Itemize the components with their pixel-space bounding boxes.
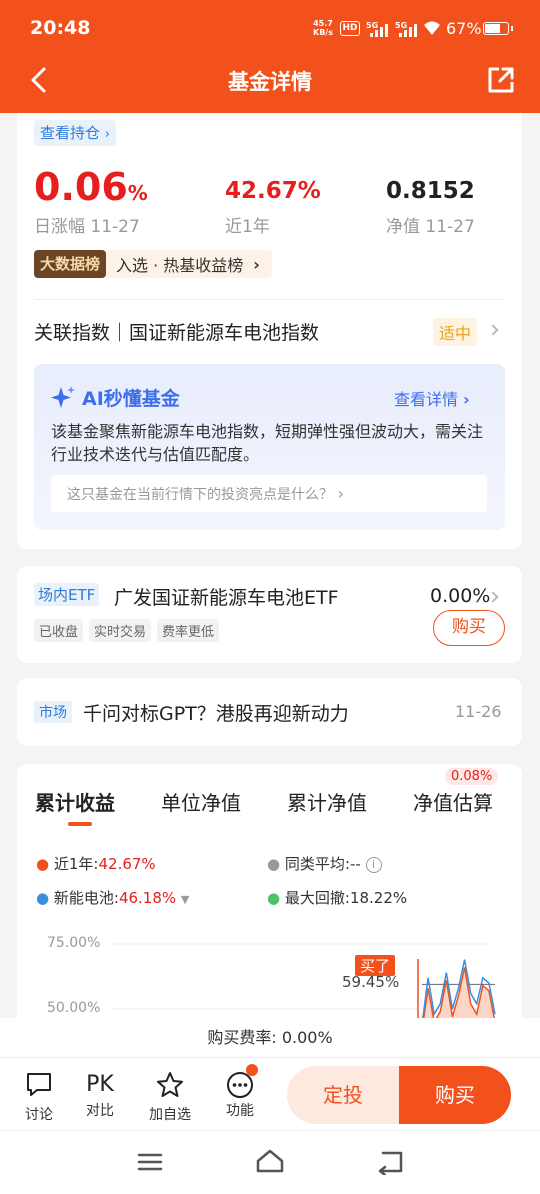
- year-return-label: 近1年: [225, 217, 270, 237]
- menu-icon[interactable]: [137, 1151, 163, 1173]
- ai-question-prompt[interactable]: 这只基金在当前行情下的投资亮点是什么？ ›: [51, 475, 487, 512]
- notification-dot: [246, 1064, 258, 1076]
- hd-icon: HD: [340, 21, 360, 36]
- legend-drawdown: ● 最大回撤:18.22%: [267, 889, 408, 907]
- news-card[interactable]: 市场 千问对标GPT？港股再迎新动力 11-26: [17, 678, 522, 746]
- sparkle-icon: [51, 386, 75, 408]
- action-buttons: 定投 购买: [287, 1066, 511, 1124]
- related-index[interactable]: 关联指数｜国证新能源车电池指数: [34, 318, 319, 345]
- etf-tag: 已收盘: [34, 619, 84, 642]
- wifi-icon: [424, 21, 440, 35]
- daily-change: 0.06%: [34, 165, 148, 209]
- functions-button[interactable]: 功能: [218, 1064, 262, 1120]
- chevron-right-icon[interactable]: [487, 324, 499, 336]
- home-icon[interactable]: [255, 1148, 285, 1174]
- chevron-right-icon: ›: [253, 254, 260, 274]
- tab-nav-estimate[interactable]: 净值估算: [413, 787, 493, 816]
- signal-icon: 5G: [366, 21, 390, 37]
- daily-change-label: 日涨幅 11-27: [34, 217, 140, 237]
- divider: [34, 299, 505, 300]
- legend-fund: ● 近1年:42.67%: [36, 855, 156, 873]
- nav-value: 0.8152: [386, 178, 475, 204]
- back-nav-icon[interactable]: [375, 1149, 405, 1175]
- ranking-banner[interactable]: 大数据榜 入选 · 热基收益榜 ›: [34, 250, 272, 278]
- chart-card: 累计收益 单位净值 累计净值 净值估算 0.08% ● 近1年:42.67% ●…: [17, 764, 522, 1044]
- marker-value: 59.45%: [342, 973, 400, 991]
- news-title: 千问对标GPT？港股再迎新动力: [83, 703, 349, 725]
- net-speed: 45.7 KB/s: [313, 19, 333, 37]
- info-icon[interactable]: i: [365, 856, 382, 873]
- ai-summary-text: 该基金聚焦新能源车电池指数，短期弹性强但波动大，需关注行业技术迭代与估值匹配度。: [51, 422, 484, 464]
- news-date: 11-26: [455, 702, 502, 721]
- battery-icon: [483, 22, 513, 35]
- etf-tag: 实时交易: [89, 619, 152, 642]
- etf-change: 0.00%: [430, 585, 491, 607]
- risk-level-badge: 适中: [433, 318, 478, 346]
- estimate-badge: 0.08%: [445, 768, 499, 785]
- signal-icon: 5G: [395, 21, 419, 37]
- legend-index[interactable]: ● 新能电池:46.18% ▼: [36, 887, 189, 908]
- ai-title: AI秒懂基金: [82, 388, 180, 410]
- buy-button[interactable]: 购买: [399, 1066, 511, 1124]
- compare-button[interactable]: PK 对比: [78, 1070, 122, 1120]
- dropdown-icon: ▼: [180, 893, 190, 906]
- fund-summary-card: 查看持仓 › 0.06% 日涨幅 11-27 42.67% 近1年 0.8152…: [17, 113, 522, 549]
- legend-peer: ● 同类平均:-- i: [267, 853, 382, 874]
- etf-badge: 场内ETF: [34, 583, 100, 606]
- battery-percent: 67%: [446, 19, 482, 38]
- ai-detail-link[interactable]: 查看详情 ›: [394, 386, 470, 410]
- pk-icon: PK: [86, 1072, 114, 1097]
- system-nav-bar: [0, 1130, 540, 1194]
- year-return: 42.67%: [225, 178, 321, 204]
- bigdata-badge: 大数据榜: [34, 250, 107, 278]
- star-icon: [157, 1072, 183, 1097]
- tab-cumulative-nav[interactable]: 累计净值: [287, 787, 367, 816]
- status-bar: 20:48 45.7 KB/s HD 5G 5G 67%: [0, 0, 540, 58]
- top-bar: 20:48 45.7 KB/s HD 5G 5G 67% 基金详情: [0, 0, 540, 113]
- etf-tag: 费率更低: [157, 619, 220, 642]
- etf-card[interactable]: 场内ETF 广发国证新能源车电池ETF 0.00% 已收盘 实时交易 费率更低 购买: [17, 566, 522, 663]
- etf-tags: 已收盘 实时交易 费率更低: [34, 619, 225, 642]
- share-icon[interactable]: [486, 65, 516, 95]
- ranking-text: 入选 · 热基收益榜: [116, 256, 244, 275]
- tab-cumulative-return[interactable]: 累计收益: [35, 787, 115, 816]
- discuss-button[interactable]: 讨论: [17, 1070, 61, 1124]
- status-time: 20:48: [30, 17, 91, 39]
- tab-unit-nav[interactable]: 单位净值: [161, 787, 241, 816]
- chat-icon: [27, 1073, 51, 1096]
- etf-name: 广发国证新能源车电池ETF: [114, 587, 339, 609]
- bottom-area: 购买费率: 0.00% 讨论 PK 对比 加自选 功能 定投 购买: [0, 1018, 540, 1194]
- active-tab-indicator: [68, 822, 92, 826]
- etf-buy-button[interactable]: 购买: [433, 610, 505, 646]
- page-title: 基金详情: [228, 70, 312, 94]
- add-favorite-button[interactable]: 加自选: [145, 1070, 195, 1124]
- ai-summary-panel: AI秒懂基金 查看详情 › 该基金聚焦新能源车电池指数，短期弹性强但波动大，需关…: [34, 364, 505, 530]
- view-holdings-button[interactable]: 查看持仓 ›: [34, 120, 116, 146]
- fixed-invest-button[interactable]: 定投: [287, 1066, 399, 1124]
- nav-label: 净值 11-27: [386, 217, 475, 237]
- news-badge: 市场: [34, 701, 72, 723]
- purchase-fee: 购买费率: 0.00%: [0, 1018, 540, 1058]
